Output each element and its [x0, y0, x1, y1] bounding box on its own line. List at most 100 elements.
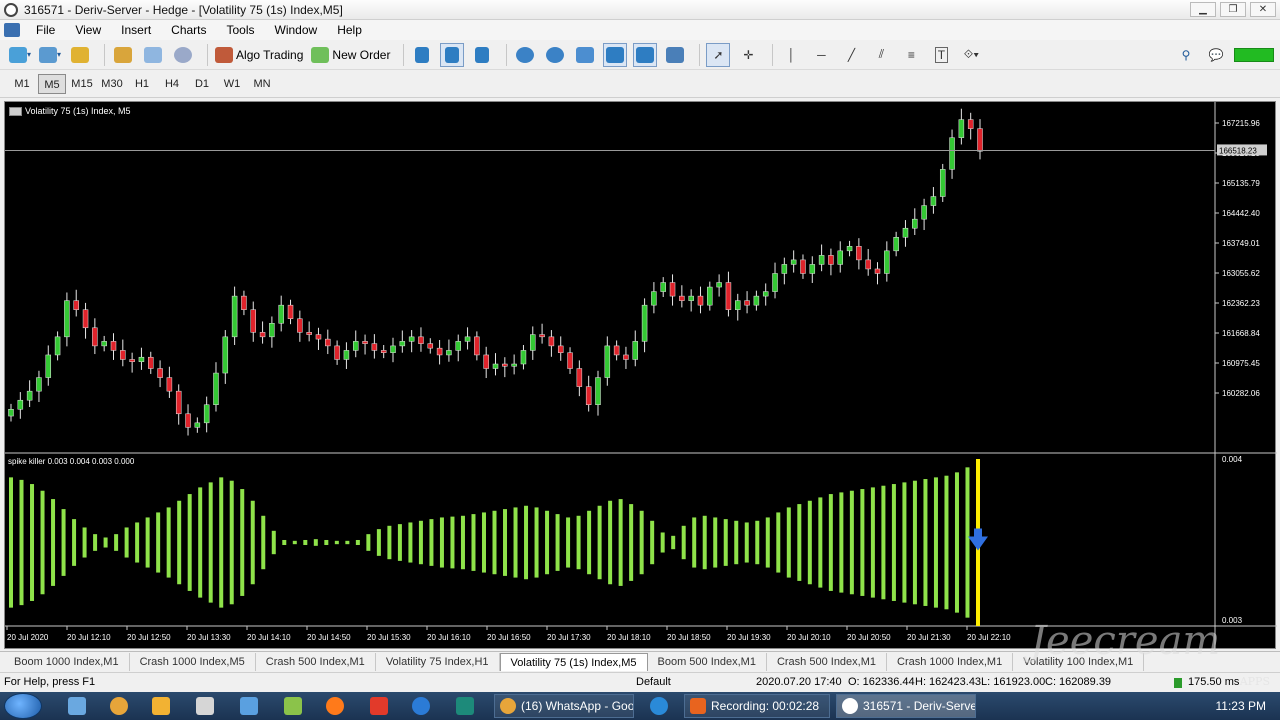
taskbar-whatsapp[interactable]: (16) WhatsApp - Goo...: [494, 694, 634, 718]
bar-chart-button[interactable]: [410, 43, 434, 67]
close-button[interactable]: ✕: [1250, 2, 1276, 17]
timeframe-h4[interactable]: H4: [158, 74, 186, 94]
clock[interactable]: 11:23 PM: [1216, 699, 1266, 713]
recorder-app-icon[interactable]: [370, 697, 388, 715]
tab-crash-500-m1-2[interactable]: Crash 500 Index,M1: [767, 652, 888, 671]
data-window-icon: [144, 46, 163, 63]
tab-volatility-75-h1[interactable]: Volatility 75 Index,H1: [376, 652, 500, 671]
timeframe-d1[interactable]: D1: [188, 74, 216, 94]
zoom-in-button[interactable]: [513, 43, 537, 67]
menu-view[interactable]: View: [65, 23, 111, 37]
menu-tools[interactable]: Tools: [217, 23, 265, 37]
tab-crash-1000-m1[interactable]: Crash 1000 Index,M1: [887, 652, 1014, 671]
indicator-label: spike killer 0.003 0.004 0.003 0.000: [8, 457, 135, 466]
candle-body: [828, 255, 834, 265]
tab-crash-1000-m5[interactable]: Crash 1000 Index,M5: [130, 652, 256, 671]
histogram-bar: [524, 505, 529, 580]
price-chart[interactable]: 167215.96165829.18165135.79164442.401637…: [5, 102, 1277, 650]
x-tick-label: 20 Jul 18:10: [607, 633, 651, 642]
new-chart-button[interactable]: ▾: [8, 43, 32, 67]
candlestick-button[interactable]: [440, 42, 465, 67]
shapes-button[interactable]: ⟐▾: [959, 43, 983, 67]
crosshair-button[interactable]: ✛: [736, 43, 760, 67]
candle-body: [651, 291, 657, 306]
horizontal-line-button[interactable]: ─: [809, 43, 833, 67]
app-icon[interactable]: [456, 697, 474, 715]
tab-boom-1000-m1[interactable]: Boom 1000 Index,M1: [4, 652, 130, 671]
timeframe-m30[interactable]: M30: [98, 74, 126, 94]
profiles-button[interactable]: ▾: [38, 43, 62, 67]
histogram-bar: [881, 485, 886, 600]
timeframe-w1[interactable]: W1: [218, 74, 246, 94]
tab-crash-500-m1[interactable]: Crash 500 Index,M1: [256, 652, 376, 671]
tab-boom-500-m1[interactable]: Boom 500 Index,M1: [648, 652, 767, 671]
menu-insert[interactable]: Insert: [111, 23, 161, 37]
network-icon[interactable]: [240, 697, 258, 715]
firefox-icon[interactable]: [326, 697, 344, 715]
trendline-button[interactable]: ╱: [839, 43, 863, 67]
chart-window[interactable]: 167215.96165829.18165135.79164442.401637…: [4, 101, 1277, 650]
histogram-bar: [744, 522, 749, 563]
equidistant-channel-button[interactable]: ⫽: [869, 43, 893, 67]
timeframe-mn[interactable]: MN: [248, 74, 276, 94]
internet-explorer-icon[interactable]: [412, 697, 430, 715]
search-button[interactable]: ⚲: [1174, 43, 1198, 67]
candle-body: [343, 350, 350, 360]
title-bar: 316571 - Deriv-Server - Hedge - [Volatil…: [0, 0, 1280, 20]
new-order-button[interactable]: New Order: [310, 43, 391, 67]
menu-help[interactable]: Help: [327, 23, 372, 37]
document-icon[interactable]: [4, 23, 20, 37]
candle-body: [241, 295, 247, 310]
chat-button[interactable]: 💬: [1204, 43, 1228, 67]
signals-button[interactable]: [171, 43, 195, 67]
timeframe-m5[interactable]: M5: [38, 73, 66, 94]
main-toolbar: ▾ ▾ Algo Trading New Order ➚ ✛ │ ─ ╱ ⫽ ≡…: [0, 40, 1280, 70]
taskbar-deriv[interactable]: 316571 - Deriv-Server...: [836, 694, 976, 718]
notepad-icon[interactable]: [196, 697, 214, 715]
candle-body: [427, 343, 434, 349]
navigator-button[interactable]: [111, 43, 135, 67]
menu-charts[interactable]: Charts: [161, 23, 216, 37]
media-player-icon[interactable]: [152, 697, 170, 715]
fibonacci-button[interactable]: ≡: [899, 43, 923, 67]
taskbar-recording[interactable]: Recording: 00:02:28: [684, 694, 830, 718]
candle-body: [185, 413, 191, 428]
text-button[interactable]: T: [929, 43, 953, 67]
histogram-bar: [313, 539, 318, 546]
crosshair-icon: ✛: [743, 47, 754, 62]
vertical-line-button[interactable]: │: [779, 43, 803, 67]
chart-shift-button[interactable]: [633, 42, 658, 67]
timeframe-m1[interactable]: M1: [8, 74, 36, 94]
candle-body: [297, 318, 303, 333]
menu-window[interactable]: Window: [265, 23, 328, 37]
histogram-bar: [639, 510, 644, 575]
zoom-in-icon: [516, 46, 535, 63]
start-button[interactable]: [4, 693, 42, 719]
indicators-button[interactable]: [663, 43, 687, 67]
menu-file[interactable]: File: [26, 23, 65, 37]
autoscroll-button[interactable]: [603, 42, 628, 67]
candle-body: [679, 295, 685, 301]
candle-body: [623, 354, 629, 360]
market-watch-button[interactable]: [68, 43, 92, 67]
line-chart-button[interactable]: [470, 43, 494, 67]
candle-body: [753, 295, 760, 306]
tab-volatility-75-1s-m5[interactable]: Volatility 75 (1s) Index,M5: [499, 652, 648, 671]
browser-icon[interactable]: [110, 697, 128, 715]
timeframe-h1[interactable]: H1: [128, 74, 156, 94]
histogram-bar: [713, 517, 718, 568]
maximize-button[interactable]: ❐: [1220, 2, 1246, 17]
minimize-button[interactable]: ▁: [1190, 2, 1216, 17]
tile-windows-button[interactable]: [573, 43, 597, 67]
file-explorer-icon[interactable]: [68, 697, 86, 715]
zoom-out-button[interactable]: [543, 43, 567, 67]
x-tick-label: 20 Jul 20:10: [787, 633, 831, 642]
cursor-button[interactable]: ➚: [706, 42, 731, 67]
downloads-icon[interactable]: [284, 697, 302, 715]
connection-status-indicator: [1234, 48, 1274, 62]
timeframe-m15[interactable]: M15: [68, 74, 96, 94]
algo-trading-button[interactable]: Algo Trading: [214, 43, 304, 67]
histogram-bar: [471, 514, 476, 571]
edge-icon[interactable]: [650, 697, 668, 715]
data-window-button[interactable]: [141, 43, 165, 67]
